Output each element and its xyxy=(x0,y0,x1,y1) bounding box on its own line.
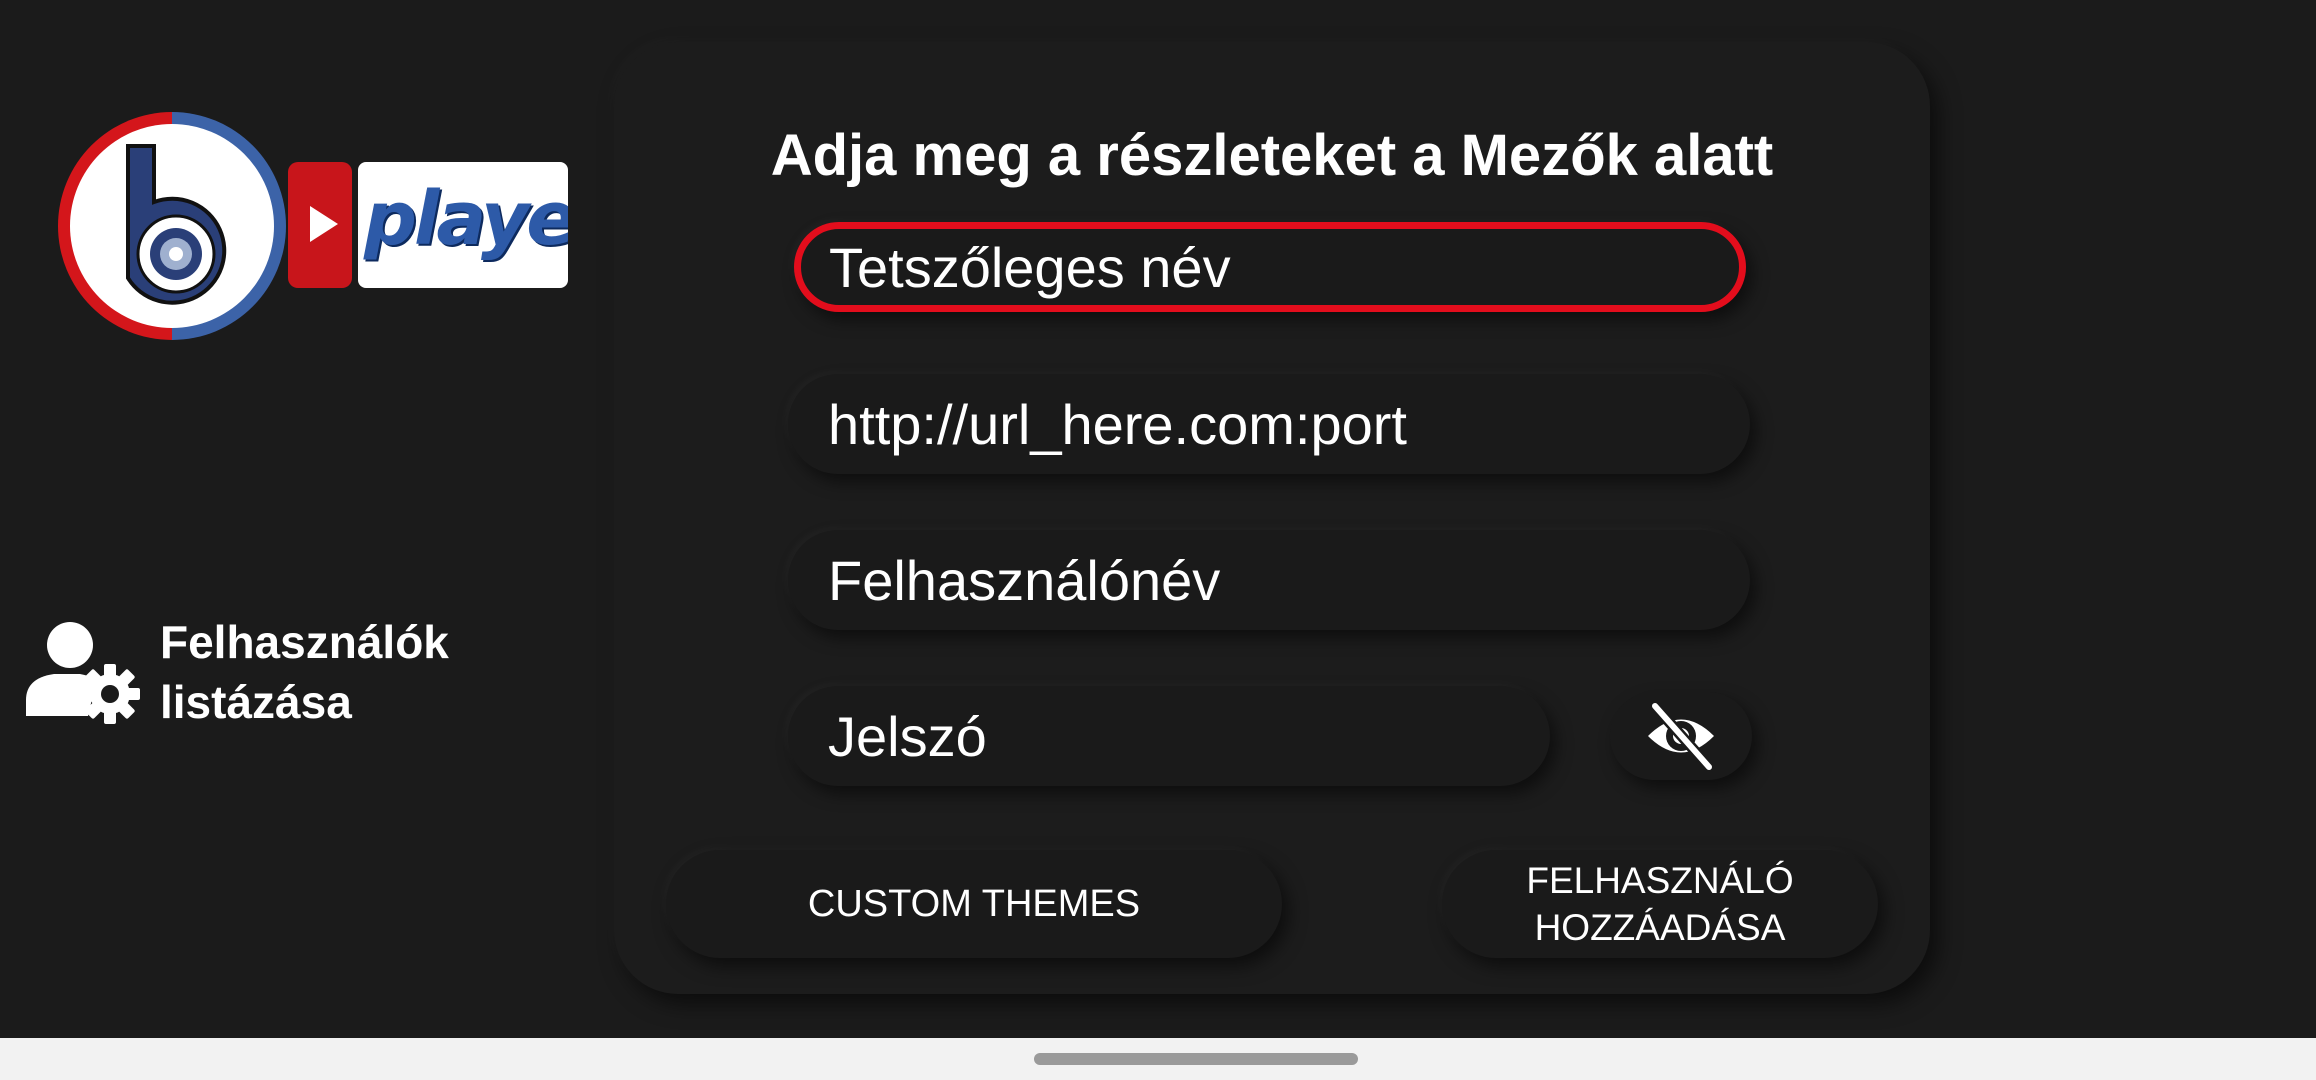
name-field xyxy=(794,222,1746,312)
user-settings-icon xyxy=(26,622,140,724)
url-field xyxy=(788,374,1750,474)
logo-play-icon xyxy=(310,206,338,242)
custom-themes-label: CUSTOM THEMES xyxy=(807,883,1141,925)
app-logo: player xyxy=(58,112,578,344)
add-user-label: FELHASZNÁLÓ HOZZÁADÁSA xyxy=(1526,860,1794,948)
list-users-link[interactable]: Felhasználók listázása xyxy=(22,612,482,732)
list-users-label: Felhasználók listázása xyxy=(160,616,449,728)
system-navigation-bar xyxy=(0,1038,2316,1080)
username-field xyxy=(788,530,1750,630)
name-input[interactable] xyxy=(801,229,1739,305)
password-field xyxy=(788,686,1550,786)
form-title: Adja meg a részleteket a Mezők alatt xyxy=(770,123,1774,188)
logo-wordmark-box: player xyxy=(358,162,568,288)
username-input[interactable] xyxy=(788,530,1750,630)
url-input[interactable] xyxy=(788,374,1750,474)
eye-off-icon xyxy=(1648,701,1715,771)
custom-themes-button[interactable]: CUSTOM THEMES xyxy=(666,850,1282,958)
toggle-password-visibility-button[interactable] xyxy=(1610,692,1752,780)
add-user-button[interactable]: FELHASZNÁLÓ HOZZÁADÁSA xyxy=(1442,850,1878,958)
home-gesture-handle[interactable] xyxy=(1034,1053,1358,1065)
login-form-card: Adja meg a részleteket a Mezők alatt CUS… xyxy=(614,42,1930,994)
logo-b-icon xyxy=(126,144,227,305)
logo-play-box xyxy=(288,162,352,288)
logo-wordmark: player xyxy=(364,176,568,262)
password-input[interactable] xyxy=(788,686,1550,786)
